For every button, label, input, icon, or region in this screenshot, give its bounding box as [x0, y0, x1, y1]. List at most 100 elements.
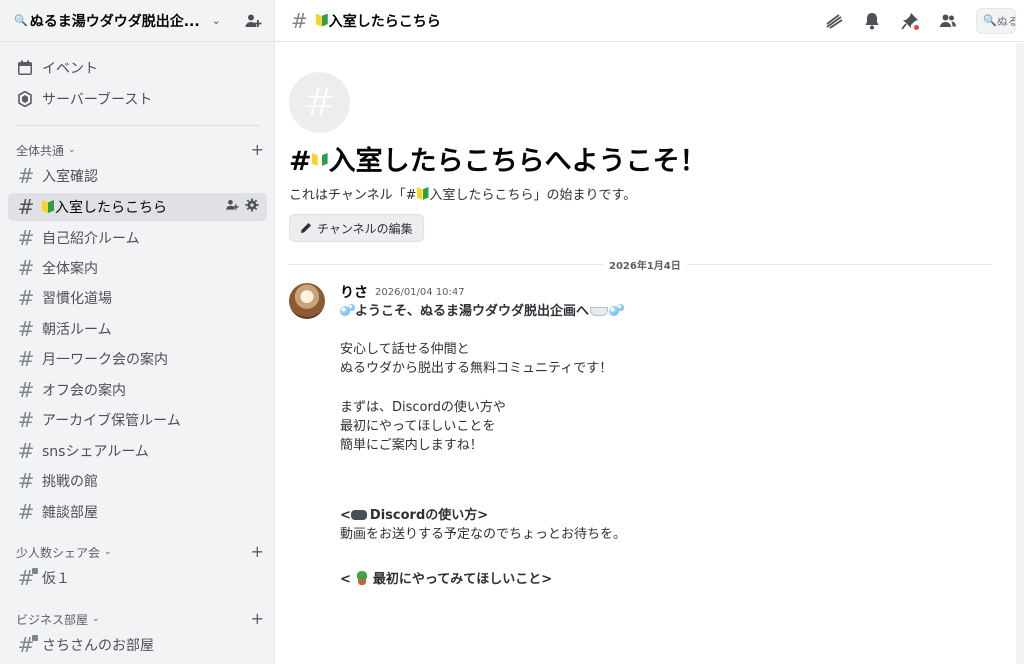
category-label: 全体共通: [16, 143, 65, 158]
channel-label: アーカイブ保管ルーム: [42, 413, 181, 429]
channel-label: 入室したらこちら: [55, 200, 167, 216]
sidebar-divider: [16, 125, 260, 126]
channel-label: 朝活ルーム: [42, 322, 112, 338]
channel-label: 雑談部屋: [42, 505, 98, 521]
threads-icon[interactable]: [824, 11, 844, 31]
category-small-share[interactable]: 少人数シェア会 ⌄ +: [16, 543, 264, 561]
scrollbar-track[interactable]: [1016, 43, 1024, 664]
category-label: 少人数シェア会: [16, 545, 101, 560]
add-channel-icon[interactable]: +: [251, 544, 264, 560]
hash-lock-icon: #: [16, 568, 38, 588]
edit-channel-label: チャンネルの編集: [317, 221, 413, 236]
nav-events[interactable]: イベント: [8, 53, 267, 83]
bubbles-icon: [617, 304, 625, 311]
message-timestamp: 2026/01/04 10:47: [375, 287, 465, 298]
channel-label: snsシェアルーム: [42, 444, 149, 460]
message-list[interactable]: # # 入室したらこちらへようこそ！ これはチャンネル「# 入室したらこちら」の始ま…: [275, 43, 1024, 664]
channel-item[interactable]: # 月一ワーク会の案内: [8, 345, 267, 373]
channel-item[interactable]: # 挑戦の館: [8, 467, 267, 495]
channel-label: オフ会の案内: [42, 383, 126, 399]
message-section-title: < Discordの使い方>: [340, 508, 489, 523]
message-author[interactable]: りさ: [340, 282, 368, 302]
beginner-mark-icon: [417, 187, 429, 201]
welcome-title: # 入室したらこちらへようこそ！: [289, 146, 707, 177]
category-business[interactable]: ビジネス部屋 ⌄ +: [16, 610, 264, 628]
bell-icon[interactable]: [862, 11, 882, 31]
invite-icon[interactable]: [225, 198, 239, 216]
member-list-icon[interactable]: [938, 11, 958, 31]
pencil-icon: [301, 223, 311, 233]
gear-icon[interactable]: [245, 198, 259, 216]
hash-icon: #: [17, 347, 35, 371]
channel-sidebar: 🔍 ぬるま湯ウダウダ脱出企... ⌄ イベント サーバーブースト 全体共通 ⌄ …: [0, 0, 275, 664]
hash-icon: #: [17, 439, 35, 463]
channel-title: 入室したらこちら: [328, 13, 441, 30]
channel-topbar: # 入室したらこちら 🔍 ぬる: [275, 0, 1024, 42]
channel-item[interactable]: # 朝活ルーム: [8, 315, 267, 343]
hash-icon: #: [17, 256, 35, 280]
channel-item-locked[interactable]: # さちさんのお部屋: [8, 631, 267, 659]
channel-label: 習慣化道場: [42, 291, 112, 307]
welcome-subtitle: これはチャンネル「# 入室したらこちら」の始まりです。: [289, 187, 637, 203]
message-line: 簡単にご案内しますね！: [340, 438, 483, 453]
hash-icon: #: [17, 378, 35, 402]
nav-boost-label: サーバーブースト: [42, 92, 153, 108]
hash-icon: #: [17, 226, 35, 250]
beginner-mark-icon: [312, 153, 328, 172]
hash-icon: #: [17, 500, 35, 524]
category-common[interactable]: 全体共通 ⌄ +: [16, 141, 264, 159]
hash-icon: #: [291, 8, 308, 33]
date-divider-label: 2026年1月4日: [603, 257, 687, 272]
avatar[interactable]: [289, 283, 325, 319]
search-icon: 🔍: [14, 14, 28, 27]
channel-item-active[interactable]: # 入室したらこちら: [8, 193, 267, 221]
channel-item[interactable]: # 習慣化道場: [8, 284, 267, 312]
hash-icon: #: [17, 286, 35, 310]
channel-item[interactable]: # アーカイブ保管ルーム: [8, 406, 267, 434]
beginner-mark-icon: [42, 200, 54, 214]
channel-item-locked[interactable]: # 仮１: [8, 564, 267, 592]
beginner-mark-icon: [316, 14, 328, 28]
channel-item[interactable]: # 入室確認: [8, 162, 267, 190]
chat-main: # 入室したらこちら 🔍 ぬる: [275, 0, 1024, 664]
channel-item[interactable]: # 雑談部屋: [8, 498, 267, 526]
hash-icon: #: [17, 469, 35, 493]
server-name[interactable]: ぬるま湯ウダウダ脱出企...: [30, 11, 200, 31]
hash-icon: #: [17, 317, 35, 341]
channel-label: 入室確認: [42, 169, 98, 185]
channel-label: 自己紹介ルーム: [42, 231, 140, 247]
channel-item[interactable]: # snsシェアルーム: [8, 437, 267, 465]
message-line: 安心して話せる仲間と: [340, 342, 470, 357]
channel-item[interactable]: # オフ会の案内: [8, 376, 267, 404]
bubbles-icon: [348, 304, 355, 311]
chevron-down-icon[interactable]: ⌄: [212, 14, 221, 27]
hash-icon: #: [17, 195, 35, 219]
message-content: ようこそ、ぬるま湯ウダウダ脱出企画へ 安心して話せる仲間と ぬるウダから脱出する…: [340, 302, 980, 589]
add-channel-icon[interactable]: +: [251, 611, 264, 627]
message-line: 動画をお送りする予定なのでちょっとお待ちを。: [340, 527, 627, 542]
unread-dot: [913, 23, 920, 31]
hash-icon: #: [17, 408, 35, 432]
search-icon: 🔍: [983, 14, 997, 27]
hash-icon: #: [17, 164, 35, 188]
calendar-icon: [16, 59, 34, 77]
bathtub-icon: [590, 307, 609, 316]
invite-people-icon[interactable]: [244, 12, 262, 30]
channel-label: 挑戦の館: [42, 474, 98, 490]
nav-server-boost[interactable]: サーバーブースト: [8, 84, 267, 114]
channel-item[interactable]: # 全体案内: [8, 254, 267, 282]
pin-icon[interactable]: [900, 11, 920, 31]
channel-hash-avatar-icon: #: [289, 72, 350, 133]
server-header[interactable]: 🔍 ぬるま湯ウダウダ脱出企... ⌄: [0, 0, 274, 42]
channel-label: 仮１: [42, 571, 70, 587]
search-input[interactable]: 🔍 ぬる: [976, 7, 1016, 34]
channel-item[interactable]: # 自己紹介ルーム: [8, 224, 267, 252]
edit-channel-button[interactable]: チャンネルの編集: [289, 214, 424, 242]
category-label: ビジネス部屋: [16, 612, 89, 627]
nav-events-label: イベント: [42, 61, 98, 77]
channel-label: 月一ワーク会の案内: [42, 352, 168, 368]
add-channel-icon[interactable]: +: [251, 142, 264, 158]
message-line: まずは、Discordの使い方や: [340, 400, 506, 415]
hash-lock-icon: #: [16, 635, 38, 655]
message-headline: ようこそ、ぬるま湯ウダウダ脱出企画へ: [340, 302, 980, 321]
